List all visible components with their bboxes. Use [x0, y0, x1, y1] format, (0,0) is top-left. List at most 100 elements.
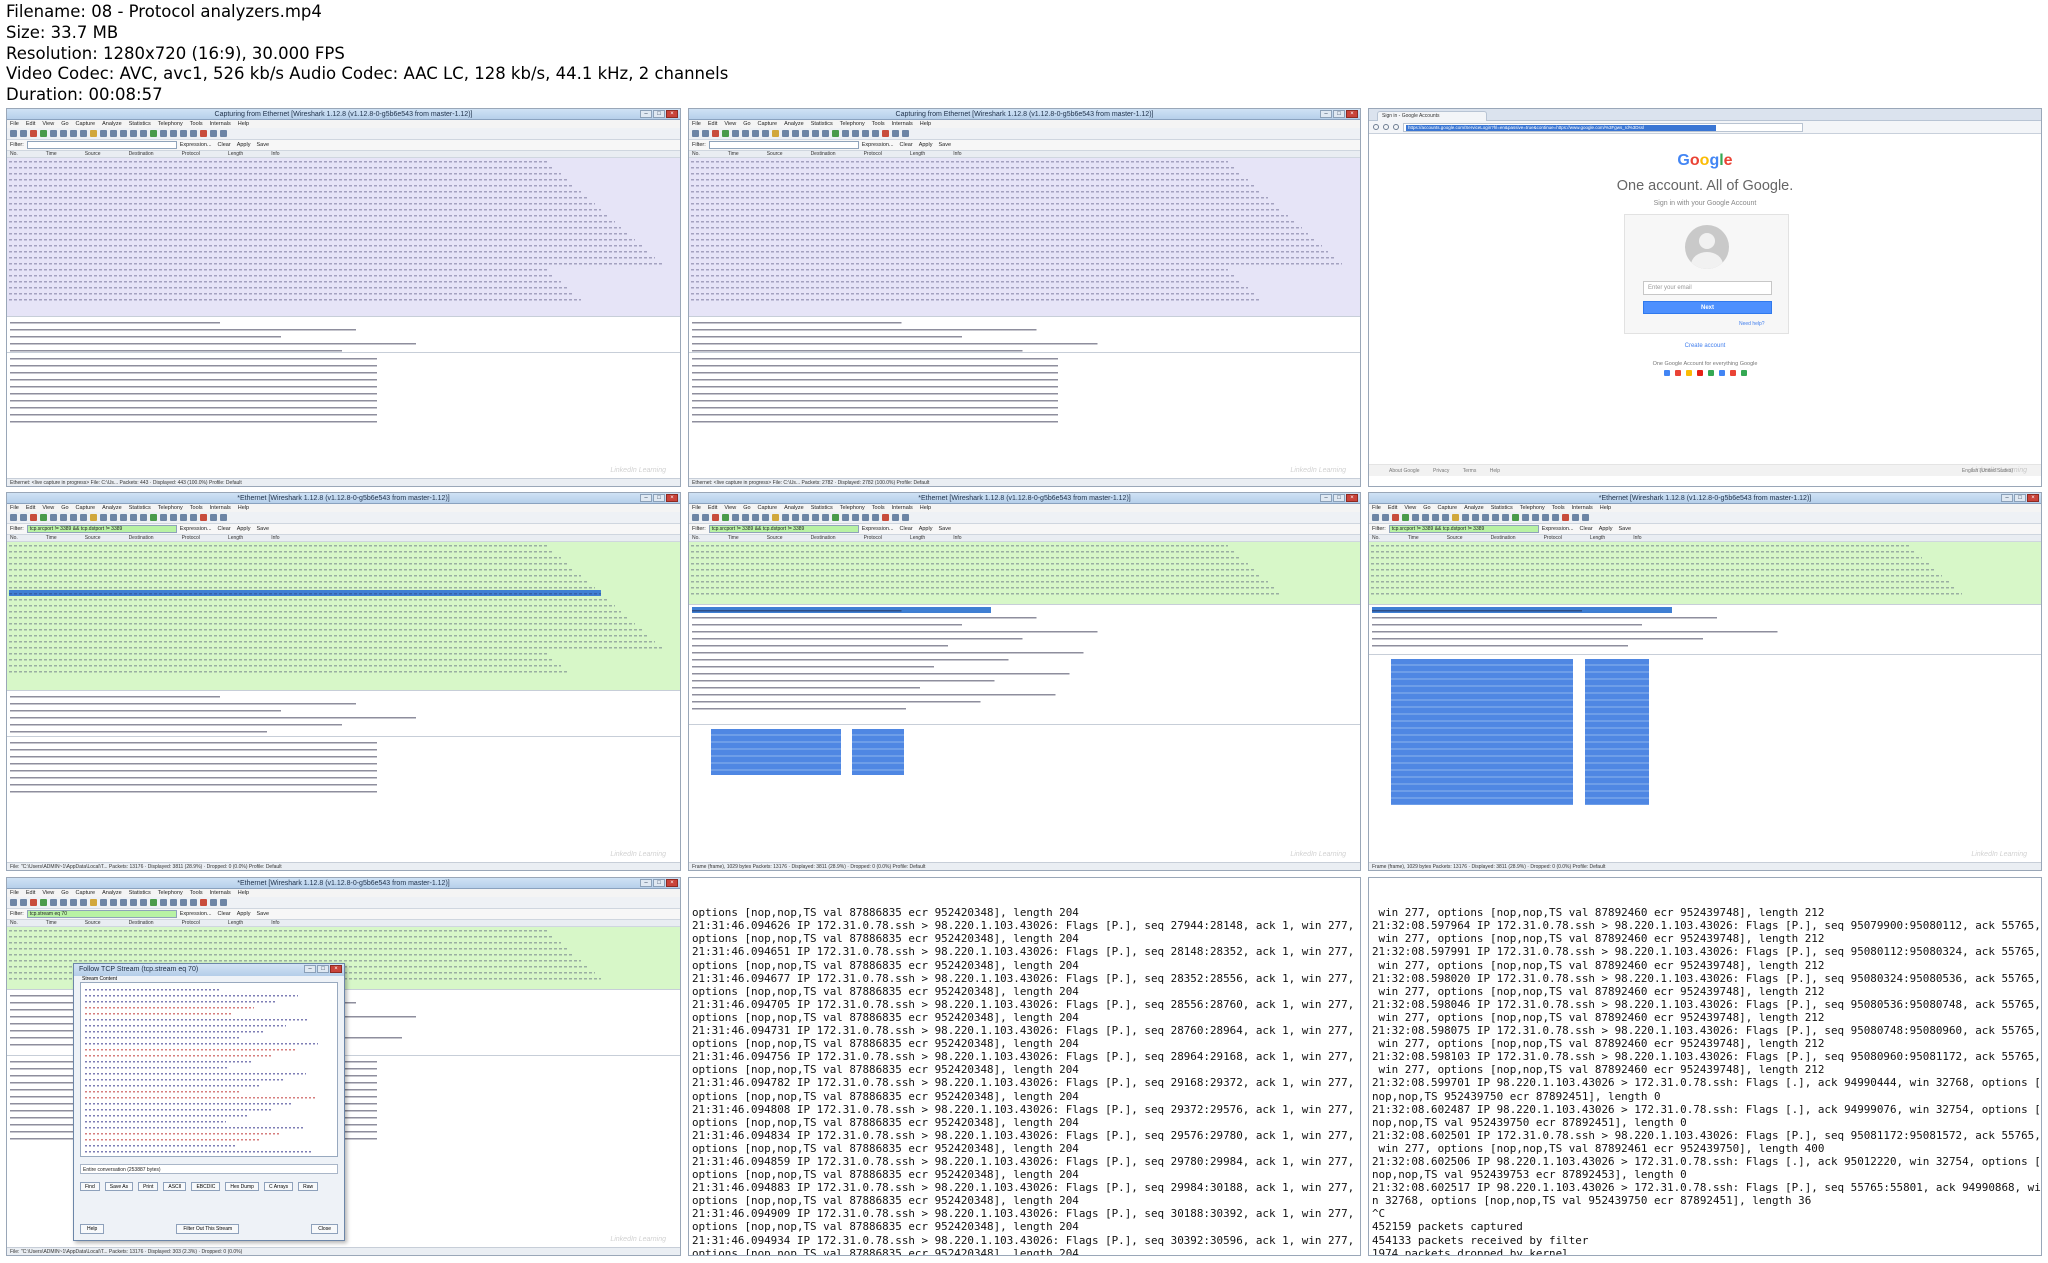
filter-action-save[interactable]: Save	[938, 142, 951, 148]
menu-item-statistics[interactable]: Statistics	[811, 121, 833, 127]
filter-action-apply[interactable]: Apply	[237, 142, 251, 148]
c-arrays-radio[interactable]: C Arrays	[263, 1182, 294, 1191]
column-header-info[interactable]: Info	[953, 151, 961, 157]
detail-tree-line[interactable]	[692, 705, 998, 711]
menu-item-view[interactable]: View	[1404, 505, 1416, 511]
toolbar-tool-icon[interactable]	[10, 514, 17, 521]
menu-item-help[interactable]: Help	[238, 121, 249, 127]
filter-action-expression[interactable]: Expression...	[862, 526, 894, 532]
filter-action-clear[interactable]: Clear	[218, 911, 231, 917]
menu-item-internals[interactable]: Internals	[892, 121, 913, 127]
menu-item-edit[interactable]: Edit	[1388, 505, 1397, 511]
toolbar-tool-icon[interactable]	[872, 514, 879, 521]
toolbar-tool-icon[interactable]	[712, 130, 719, 137]
menu-item-tools[interactable]: Tools	[190, 505, 203, 511]
detail-tree-line[interactable]	[692, 628, 1271, 634]
column-header-length[interactable]: Length	[1590, 535, 1605, 541]
toolbar-tool-icon[interactable]	[882, 514, 889, 521]
toolbar-tool-icon[interactable]	[1542, 514, 1549, 521]
toolbar-tool-icon[interactable]	[30, 899, 37, 906]
filter-action-save[interactable]: Save	[256, 526, 269, 532]
toolbar-tool-icon[interactable]	[1412, 514, 1419, 521]
find-button[interactable]: Find	[80, 1182, 100, 1191]
filter-action-save[interactable]: Save	[256, 911, 269, 917]
packet-row[interactable]	[9, 296, 582, 302]
reload-icon[interactable]	[1393, 124, 1399, 130]
toolbar-tool-icon[interactable]	[40, 899, 47, 906]
save-as-button[interactable]: Save As	[104, 1182, 134, 1191]
email-input[interactable]: Enter your email	[1643, 281, 1772, 295]
packet-row[interactable]	[691, 296, 1262, 302]
detail-tree-line[interactable]	[692, 691, 1211, 697]
toolbar-tool-icon[interactable]	[120, 130, 127, 137]
menu-item-file[interactable]: File	[1372, 505, 1381, 511]
toolbar-tool-icon[interactable]	[100, 130, 107, 137]
footer-privacy[interactable]: Privacy	[1433, 468, 1449, 474]
menu-item-go[interactable]: Go	[61, 505, 68, 511]
detail-tree-line[interactable]	[10, 707, 397, 713]
menu-item-analyze[interactable]: Analyze	[102, 121, 122, 127]
menu-item-internals[interactable]: Internals	[210, 121, 231, 127]
packet-details[interactable]	[7, 690, 680, 736]
toolbar-tool-icon[interactable]	[200, 514, 207, 521]
window-title-bar[interactable]: *Ethernet [Wireshark 1.12.8 (v1.12.8-0-g…	[1369, 493, 2041, 504]
close-icon[interactable]: ×	[330, 965, 342, 973]
footer-help[interactable]: Help	[1490, 468, 1500, 474]
menu-item-view[interactable]: View	[724, 121, 736, 127]
toolbar-tool-icon[interactable]	[100, 514, 107, 521]
toolbar-tool-icon[interactable]	[160, 899, 167, 906]
column-header-protocol[interactable]: Protocol	[1544, 535, 1562, 541]
packet-bytes[interactable]	[1369, 654, 2041, 824]
column-header-destination[interactable]: Destination	[129, 535, 154, 541]
menu-item-telephony[interactable]: Telephony	[840, 505, 865, 511]
detail-tree-line[interactable]	[1372, 635, 1845, 641]
detail-tree-line[interactable]	[1372, 607, 1672, 613]
toolbar-tool-icon[interactable]	[140, 899, 147, 906]
menu-item-capture[interactable]: Capture	[758, 121, 778, 127]
filter-input[interactable]	[26, 141, 177, 149]
toolbar-tool-icon[interactable]	[812, 130, 819, 137]
filter-action-clear[interactable]: Clear	[900, 526, 913, 532]
detail-tree-line[interactable]	[692, 333, 1078, 339]
menu-item-analyze[interactable]: Analyze	[102, 890, 122, 896]
toolbar-tool-icon[interactable]	[802, 130, 809, 137]
toolbar-tool-icon[interactable]	[1572, 514, 1579, 521]
menu-item-view[interactable]: View	[724, 505, 736, 511]
filter-action-clear[interactable]: Clear	[218, 142, 231, 148]
packet-list[interactable]	[7, 158, 680, 316]
close-icon[interactable]: ×	[666, 879, 678, 887]
toolbar-tool-icon[interactable]	[220, 514, 227, 521]
maximize-icon[interactable]: □	[2014, 494, 2026, 502]
back-icon[interactable]	[1373, 124, 1379, 130]
column-header-time[interactable]: Time	[728, 535, 739, 541]
conversation-select[interactable]: Entire conversation (253887 bytes)	[80, 1164, 338, 1174]
detail-tree-line[interactable]	[692, 663, 1038, 669]
toolbar-tool-icon[interactable]	[1532, 514, 1539, 521]
toolbar-tool-icon[interactable]	[80, 899, 87, 906]
toolbar-tool-icon[interactable]	[792, 514, 799, 521]
footer-about[interactable]: About Google	[1389, 468, 1420, 474]
detail-tree-line[interactable]	[692, 319, 992, 325]
toolbar-tool-icon[interactable]	[140, 130, 147, 137]
toolbar-tool-icon[interactable]	[752, 514, 759, 521]
maximize-icon[interactable]: □	[1333, 110, 1345, 118]
menu-item-statistics[interactable]: Statistics	[1491, 505, 1513, 511]
menu-item-statistics[interactable]: Statistics	[129, 890, 151, 896]
filter-action-expression[interactable]: Expression...	[862, 142, 894, 148]
column-header-protocol[interactable]: Protocol	[182, 535, 200, 541]
menu-item-tools[interactable]: Tools	[872, 505, 885, 511]
toolbar-tool-icon[interactable]	[180, 899, 187, 906]
toolbar-tool-icon[interactable]	[50, 514, 57, 521]
packet-bytes[interactable]	[689, 724, 1360, 824]
menu-item-file[interactable]: File	[10, 890, 19, 896]
toolbar-tool-icon[interactable]	[732, 130, 739, 137]
detail-tree-line[interactable]	[10, 319, 311, 325]
ebcdic-radio[interactable]: EBCDIC	[191, 1182, 221, 1191]
filter-action-save[interactable]: Save	[1618, 526, 1631, 532]
toolbar-tool-icon[interactable]	[792, 130, 799, 137]
toolbar-tool-icon[interactable]	[872, 130, 879, 137]
detail-tree-line[interactable]	[692, 326, 1185, 332]
toolbar-tool-icon[interactable]	[190, 899, 197, 906]
menu-item-file[interactable]: File	[692, 121, 701, 127]
detail-tree-line[interactable]	[692, 621, 1078, 627]
